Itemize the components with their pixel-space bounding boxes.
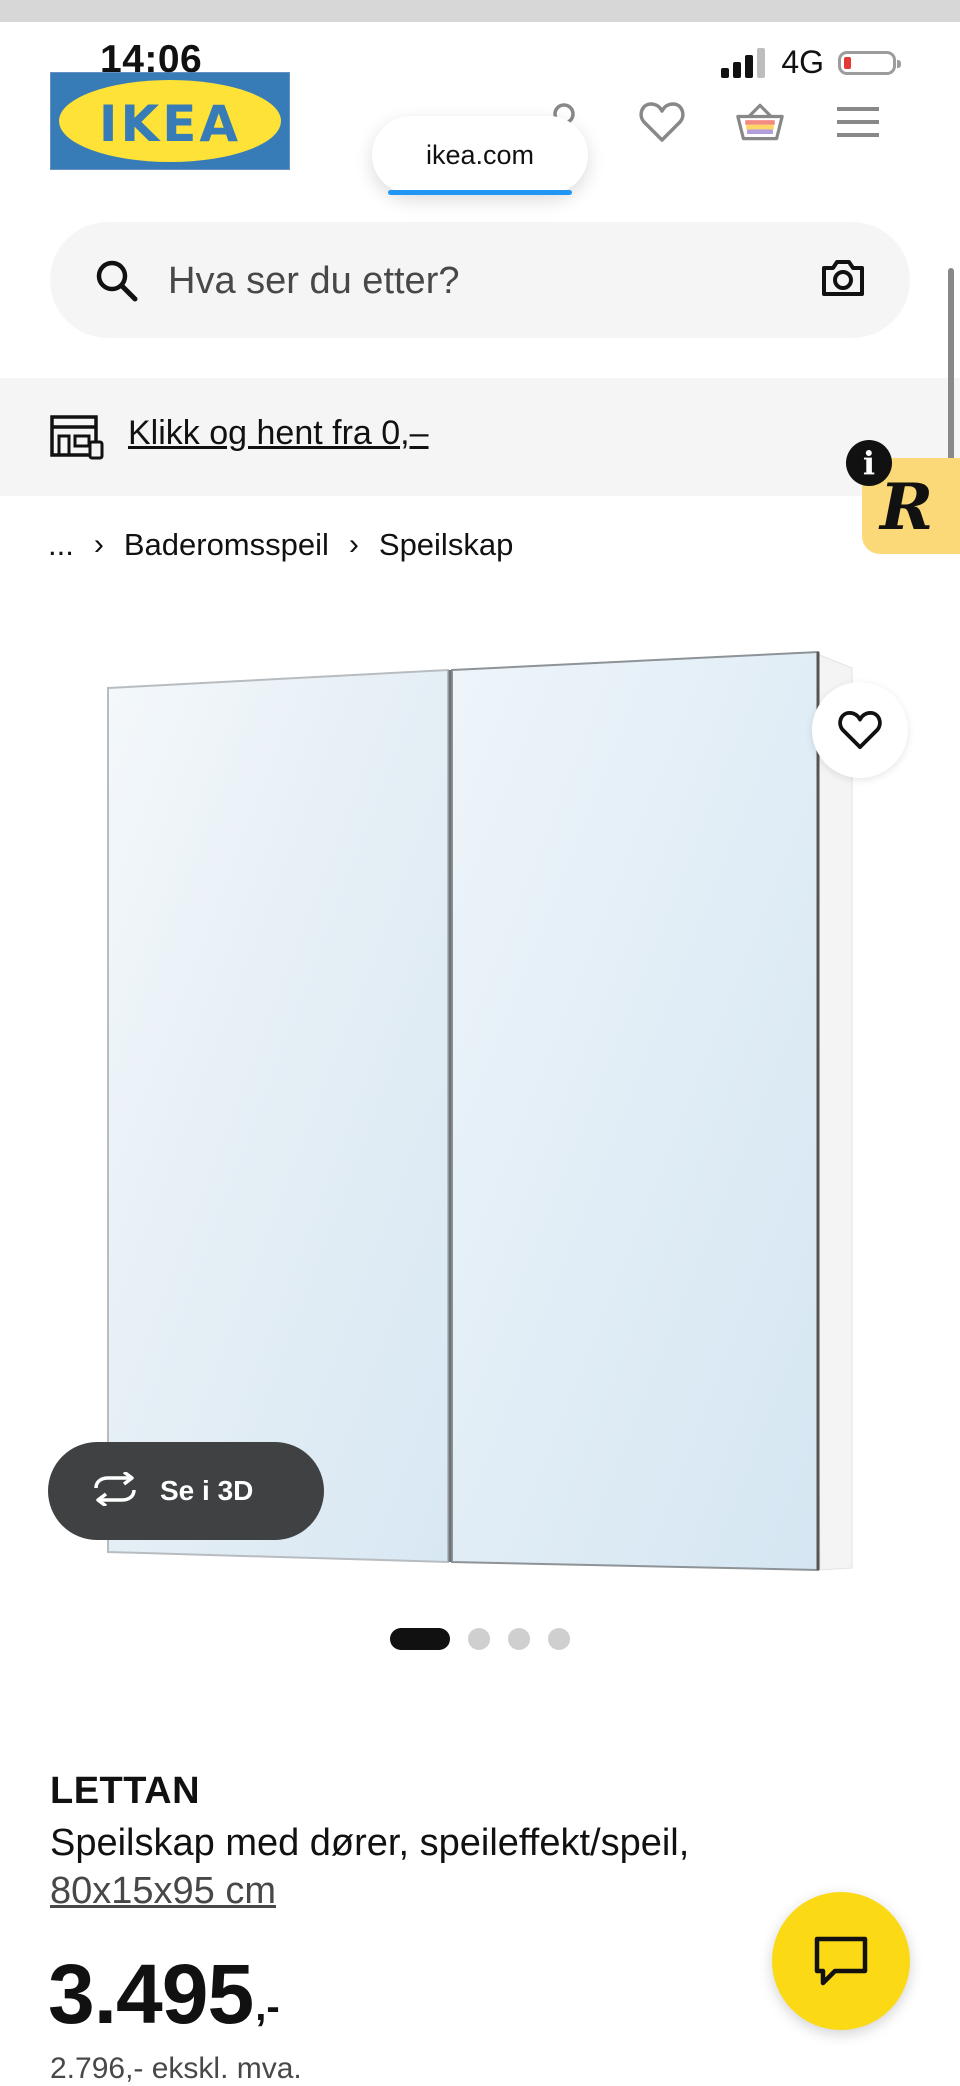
view-3d-button[interactable]: Se i 3D — [48, 1442, 324, 1540]
product-favorite-button[interactable] — [812, 682, 908, 778]
url-bar[interactable]: ikea.com — [372, 116, 588, 195]
battery-icon — [838, 50, 901, 75]
price-suffix: ,- — [255, 1985, 280, 2029]
breadcrumb: ... › Baderomsspeil › Speilskap — [48, 527, 513, 563]
search-icon — [94, 258, 138, 307]
pagination-dot-1[interactable] — [390, 1628, 450, 1650]
click-collect-banner: Klikk og hent fra 0,– — [0, 378, 960, 496]
product-name: LETTAN — [50, 1770, 201, 1812]
price-ex-vat: 2.796,- ekskl. mva. — [50, 2052, 302, 2085]
signal-icon — [721, 47, 766, 78]
info-icon[interactable]: i — [846, 440, 892, 486]
product-price: 3.495 ,- — [48, 1952, 280, 2036]
gallery-pagination — [390, 1628, 570, 1650]
header-actions — [540, 98, 882, 146]
network-label: 4G — [781, 44, 824, 80]
pagination-dot-3[interactable] — [508, 1628, 530, 1650]
extension-r-icon: R — [880, 470, 934, 545]
price-value: 3.495 — [48, 1947, 254, 2041]
product-description: Speilskap med dører, speileffekt/speil, — [50, 1822, 690, 1864]
search-bar[interactable]: Hva ser du etter? — [50, 222, 910, 338]
chat-icon — [814, 1936, 868, 1986]
view-3d-label: Se i 3D — [160, 1475, 254, 1506]
menu-icon[interactable] — [834, 98, 882, 146]
wishlist-heart-icon[interactable] — [638, 98, 686, 146]
breadcrumb-item-baderomsspeil[interactable]: Baderomsspeil — [124, 527, 329, 563]
browser-top-bar — [0, 0, 960, 22]
store-pickup-icon — [50, 414, 104, 465]
click-collect-link[interactable]: Klikk og hent fra 0,– — [128, 414, 429, 453]
page-scrollbar[interactable] — [948, 268, 954, 468]
pagination-dot-4[interactable] — [548, 1628, 570, 1650]
search-input[interactable]: Hva ser du etter? — [168, 260, 459, 303]
shopping-bag-icon[interactable] — [736, 98, 784, 146]
logo-wordmark: IKEA — [98, 95, 242, 153]
status-indicators: 4G — [721, 44, 901, 81]
chevron-right-icon: › — [348, 528, 359, 561]
chevron-right-icon: › — [93, 528, 104, 561]
pagination-dot-2[interactable] — [468, 1628, 490, 1650]
chat-button[interactable] — [772, 1892, 910, 2030]
heart-icon — [838, 710, 882, 750]
camera-search-icon[interactable] — [820, 258, 866, 303]
breadcrumb-item-speilskap[interactable]: Speilskap — [379, 527, 513, 563]
ikea-logo[interactable]: IKEA — [50, 72, 290, 170]
product-size-link[interactable]: 80x15x95 cm — [50, 1870, 276, 1913]
breadcrumb-ellipsis[interactable]: ... — [48, 527, 74, 563]
rotate-3d-icon — [90, 1470, 140, 1511]
